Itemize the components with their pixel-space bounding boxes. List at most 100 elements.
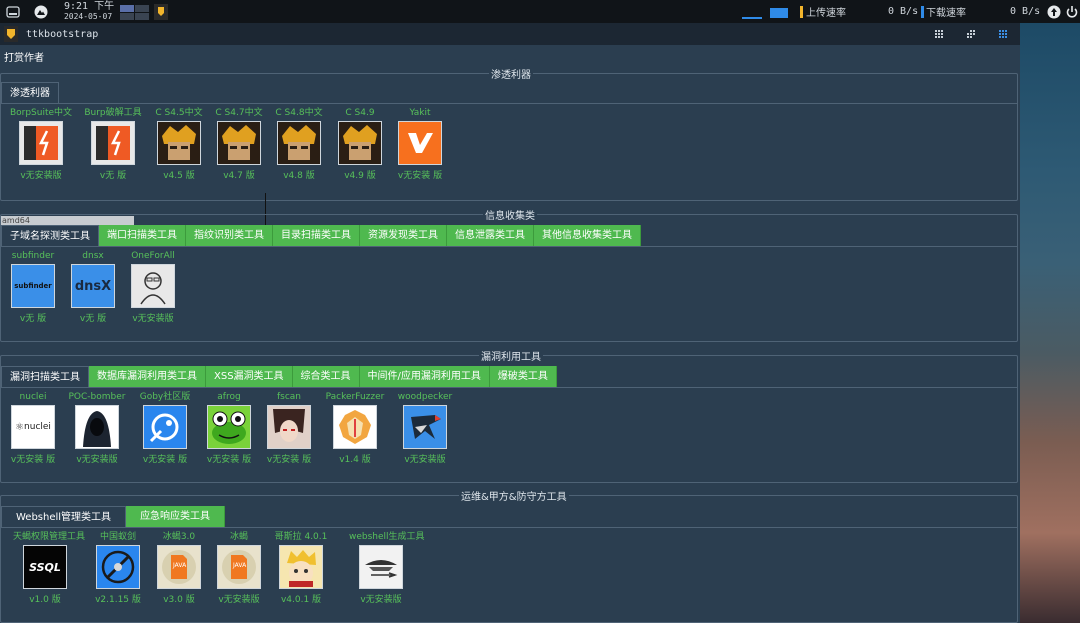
tool-poc-bomber[interactable]: POC-bomber v无安装版 [65,391,129,465]
tool-webshell-gen[interactable]: webshell生成工具 v无安装版 [349,531,425,605]
tool-woodpecker[interactable]: woodpecker v无安装版 [393,391,457,465]
tool-version: v3.0 版 [163,595,195,605]
tool-version: v无 版 [19,314,47,324]
java-icon: JAVA [157,545,201,589]
java-label: JAVA [232,562,247,569]
java-label: JAVA [172,562,187,569]
tool-dnsx[interactable]: dnsx dnsX v无 版 [61,250,125,324]
tool-name: woodpecker [397,392,453,402]
tab-incident-response[interactable]: 应急响应类工具 [126,506,226,527]
tool-name: nuclei [19,392,47,402]
power-icon[interactable] [1066,0,1078,23]
tab-port-scan[interactable]: 端口扫描类工具 [99,225,186,246]
tool-name: C S4.7中文 [215,108,263,118]
tool-cs45[interactable]: C S4.5中文 v4.5 版 [147,107,211,181]
tool-name: 冰蝎 [229,532,248,542]
menu-bar: 打赏作者 [0,45,1020,67]
window-control-close-icon[interactable] [998,29,1008,42]
window-list-icon[interactable] [6,0,20,23]
tool-nuclei[interactable]: nuclei ⚛ nuclei v无安装 版 [1,391,65,465]
tool-oneforall[interactable]: OneForAll v无安装版 [121,250,185,324]
tab-pentest[interactable]: 渗透利器 [1,82,59,104]
tool-cs47[interactable]: C S4.7中文 v4.7 版 [207,107,271,181]
tool-behinder-3[interactable]: 冰蝎3.0 JAVA v3.0 版 [147,531,211,605]
tool-version: v无安装版 [360,595,402,605]
tool-antsword[interactable]: 中国蚁剑 v2.1.15 版 [86,531,150,605]
cobaltstrike-icon [217,121,261,165]
tool-name: C S4.8中文 [275,108,323,118]
ssql-icon: SSQL [23,545,67,589]
update-icon[interactable] [1047,0,1061,23]
tool-name: PackerFuzzer [325,392,385,402]
tool-subfinder[interactable]: subfinder subfinder v无 版 [1,250,65,324]
lion-icon [333,405,377,449]
app-window: ttkbootstrap 打赏作者 渗透利器 渗透利器 BorpSuite中文 … [0,23,1020,623]
upload-indicator-icon [800,0,803,23]
app-icon [4,26,18,42]
section-exploit: 漏洞利用工具 漏洞扫描类工具 数据库漏洞利用类工具 XSS漏洞类工具 综合类工具… [0,348,1018,483]
tool-name: afrog [217,392,241,402]
yakit-icon [398,121,442,165]
tool-godzilla[interactable]: 哥斯拉 4.0.1 v4.0.1 版 [269,531,333,605]
tool-behinder[interactable]: 冰蝎 JAVA v无安装版 [207,531,271,605]
section-title: 运维&甲方&防守方工具 [459,488,569,503]
tool-name: webshell生成工具 [349,532,425,542]
tool-name: 哥斯拉 4.0.1 [274,532,328,542]
tab-vuln-scan[interactable]: 漏洞扫描类工具 [1,366,89,388]
tool-name: Yakit [409,108,431,118]
upload-rate-value: 0 B/s [888,6,919,17]
godzilla-icon [279,545,323,589]
tool-version: v2.1.15 版 [95,595,141,605]
tool-name: Burp破解工具 [84,108,142,118]
tab-webshell-manage[interactable]: Webshell管理类工具 [1,506,127,528]
clock-time: 9:21 下午 [64,0,115,12]
tool-afrog[interactable]: afrog v无安装 版 [197,391,261,465]
tool-version: v无安装 版 [266,455,312,465]
tool-yakit[interactable]: Yakit v无安装 版 [388,107,452,181]
tab-comprehensive[interactable]: 综合类工具 [292,366,360,387]
window-control-minimize-icon[interactable] [934,29,944,42]
window-control-maximize-icon[interactable] [966,29,976,42]
window-titlebar[interactable]: ttkbootstrap [0,23,1020,45]
tab-other-info[interactable]: 其他信息收集类工具 [534,225,641,246]
download-rate-value: 0 B/s [1010,6,1041,17]
window-title: ttkbootstrap [26,28,99,40]
subfinder-icon: subfinder [11,264,55,308]
tab-db-exploit[interactable]: 数据库漏洞利用类工具 [89,366,206,387]
tool-burp-crack[interactable]: Burp破解工具 v无 版 [81,107,145,181]
workspace-switcher[interactable] [120,0,150,23]
frog-icon [207,405,251,449]
section-title: 漏洞利用工具 [479,348,543,363]
tab-info-leak[interactable]: 信息泄露类工具 [447,225,534,246]
system-menu-icon[interactable] [34,0,48,23]
tool-name: 天蝎权限管理工具 [13,532,86,542]
clock-date: 2024-05-07 [63,11,113,21]
tool-borpsuite-cn[interactable]: BorpSuite中文 v无安装版 [9,107,73,181]
tool-cs49[interactable]: C S4.9 v4.9 版 [328,107,392,181]
tool-packerfuzzer[interactable]: PackerFuzzer v1.4 版 [323,391,387,465]
running-app-icon[interactable] [154,0,168,23]
oneforall-icon [131,264,175,308]
tab-fingerprint[interactable]: 指纹识别类工具 [186,225,273,246]
burp-icon [19,121,63,165]
tool-goby[interactable]: Goby社区版 v无安装 版 [133,391,197,465]
nuclei-atom-icon: ⚛ [15,421,25,433]
tab-subdomain[interactable]: 子域名探测类工具 [1,225,99,247]
cobaltstrike-icon [338,121,382,165]
tool-tianxie[interactable]: 天蝎权限管理工具 SSQL v1.0 版 [13,531,86,605]
tab-resource[interactable]: 资源发现类工具 [360,225,447,246]
woodpecker-icon [403,405,447,449]
menu-author[interactable]: 打赏作者 [4,49,44,64]
tool-cs48[interactable]: C S4.8中文 v4.8 版 [267,107,331,181]
cobaltstrike-icon [157,121,201,165]
cobaltstrike-icon [277,121,321,165]
tab-dir-scan[interactable]: 目录扫描类工具 [273,225,360,246]
tool-version: v4.0.1 版 [280,595,322,605]
tab-bruteforce[interactable]: 爆破类工具 [489,366,557,387]
tool-fscan[interactable]: fscan v无安装 版 [257,391,321,465]
clock[interactable]: 9:21 下午 2024-05-07 [62,0,114,23]
tool-version: v无安装版 [404,455,446,465]
tab-middleware[interactable]: 中间件/应用漏洞利用工具 [359,366,490,387]
tab-xss[interactable]: XSS漏洞类工具 [206,366,293,387]
tool-version: v无安装版 [20,171,62,181]
